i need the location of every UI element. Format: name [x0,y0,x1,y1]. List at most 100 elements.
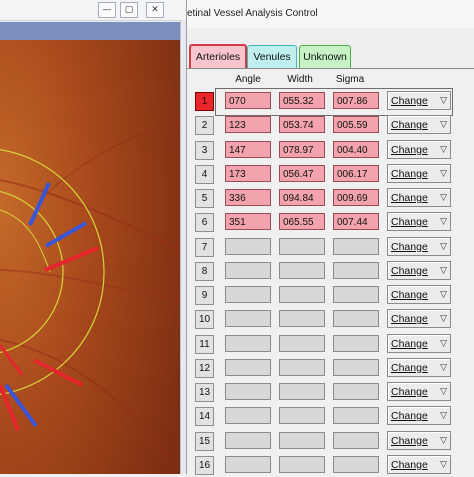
dropdown-arrow-icon: ▽ [440,120,447,131]
sigma-field[interactable] [333,334,379,352]
angle-field[interactable]: 147 [225,140,271,158]
change-dropdown[interactable]: Change ▽ [387,333,451,353]
change-dropdown[interactable]: Change ▽ [387,163,451,183]
row-number-button[interactable]: 11 [195,334,214,354]
change-dropdown[interactable]: Change ▽ [387,188,451,207]
change-dropdown[interactable]: Change ▽ [387,285,451,304]
width-field[interactable] [279,383,325,400]
minimize-button[interactable]: — [98,2,116,18]
change-label: Change [391,240,428,253]
sigma-field[interactable]: 006.17 [333,164,379,182]
table-row: 6 351 065.55 007.44 Change ▽ [187,210,474,234]
change-label: Change [391,386,428,398]
sigma-field[interactable] [333,383,379,400]
sigma-field[interactable]: 007.86 [333,92,379,109]
change-label: Change [391,264,428,277]
sigma-field[interactable] [333,310,379,328]
fundus-image[interactable] [0,40,180,474]
row-number-button[interactable]: 5 [195,189,214,208]
table-row: 1 070 055.32 007.86 Change ▽ [187,89,474,113]
row-number-button[interactable]: 8 [195,261,214,281]
change-dropdown[interactable]: Change ▽ [387,139,451,159]
sigma-field[interactable]: 007.44 [333,213,379,231]
change-label: Change [391,95,428,107]
tab-venules[interactable]: Venules [247,45,297,68]
sigma-field[interactable]: 004.40 [333,140,379,158]
angle-field[interactable] [225,455,271,473]
row-number-button[interactable]: 13 [195,383,214,402]
sigma-field[interactable] [333,286,379,303]
row-number-button[interactable]: 14 [195,407,214,427]
width-field[interactable] [279,431,325,449]
row-number-button[interactable]: 6 [195,213,214,233]
angle-field[interactable] [225,286,271,303]
angle-field[interactable]: 173 [225,164,271,182]
change-label: Change [391,458,428,471]
change-dropdown[interactable]: Change ▽ [387,115,451,135]
sigma-field[interactable]: 005.59 [333,116,379,134]
row-number-button[interactable]: 2 [195,116,214,136]
change-dropdown[interactable]: Change ▽ [387,260,451,280]
sigma-field[interactable] [333,431,379,449]
dropdown-arrow-icon: ▽ [440,290,447,300]
sigma-field[interactable] [333,358,379,376]
change-dropdown[interactable]: Change ▽ [387,91,451,110]
dropdown-arrow-icon: ▽ [440,411,447,422]
row-number-button[interactable]: 15 [195,431,214,451]
width-field[interactable] [279,334,325,352]
width-field[interactable]: 055.32 [279,92,325,109]
sigma-field[interactable]: 009.69 [333,189,379,206]
angle-field[interactable]: 070 [225,92,271,109]
table-row: 5 336 094.84 009.69 Change ▽ [187,186,474,210]
row-number-button[interactable]: 4 [195,164,214,184]
change-dropdown[interactable]: Change ▽ [387,309,451,329]
tab-arterioles[interactable]: Arterioles [189,44,247,68]
change-dropdown[interactable]: Change ▽ [387,357,451,377]
row-number-button[interactable]: 7 [195,237,214,257]
change-dropdown[interactable]: Change ▽ [387,212,451,232]
row-number-button[interactable]: 9 [195,286,214,305]
row-number-button[interactable]: 1 [195,92,214,111]
dropdown-arrow-icon: ▽ [440,362,447,373]
width-field[interactable]: 065.55 [279,213,325,231]
tab-unknown[interactable]: Unknown [299,45,351,68]
angle-field[interactable]: 123 [225,116,271,134]
width-field[interactable] [279,310,325,328]
angle-field[interactable] [225,334,271,352]
angle-field[interactable] [225,261,271,279]
width-field[interactable]: 078.97 [279,140,325,158]
width-field[interactable] [279,358,325,376]
angle-field[interactable] [225,237,271,255]
width-field[interactable] [279,237,325,255]
angle-field[interactable]: 336 [225,189,271,206]
angle-field[interactable] [225,431,271,449]
change-dropdown[interactable]: Change ▽ [387,382,451,401]
width-field[interactable]: 053.74 [279,116,325,134]
row-number-button[interactable]: 16 [195,455,214,475]
row-number-button[interactable]: 10 [195,310,214,330]
sigma-field[interactable] [333,407,379,425]
width-field[interactable] [279,407,325,425]
angle-field[interactable] [225,310,271,328]
angle-field[interactable] [225,383,271,400]
angle-field[interactable] [225,358,271,376]
sigma-field[interactable] [333,261,379,279]
angle-field[interactable] [225,407,271,425]
width-field[interactable]: 094.84 [279,189,325,206]
change-dropdown[interactable]: Change ▽ [387,406,451,426]
width-field[interactable]: 056.47 [279,164,325,182]
change-dropdown[interactable]: Change ▽ [387,430,451,450]
width-field[interactable] [279,261,325,279]
sigma-field[interactable] [333,455,379,473]
width-field[interactable] [279,455,325,473]
change-dropdown[interactable]: Change ▽ [387,236,451,256]
row-number-button[interactable]: 3 [195,140,214,160]
row-number-button[interactable]: 12 [195,358,214,378]
close-button[interactable]: ✕ [146,2,164,18]
maximize-button[interactable]: ▢ [120,2,138,18]
angle-field[interactable]: 351 [225,213,271,231]
width-field[interactable] [279,286,325,303]
dropdown-arrow-icon: ▽ [440,387,447,397]
change-dropdown[interactable]: Change ▽ [387,454,451,474]
sigma-field[interactable] [333,237,379,255]
